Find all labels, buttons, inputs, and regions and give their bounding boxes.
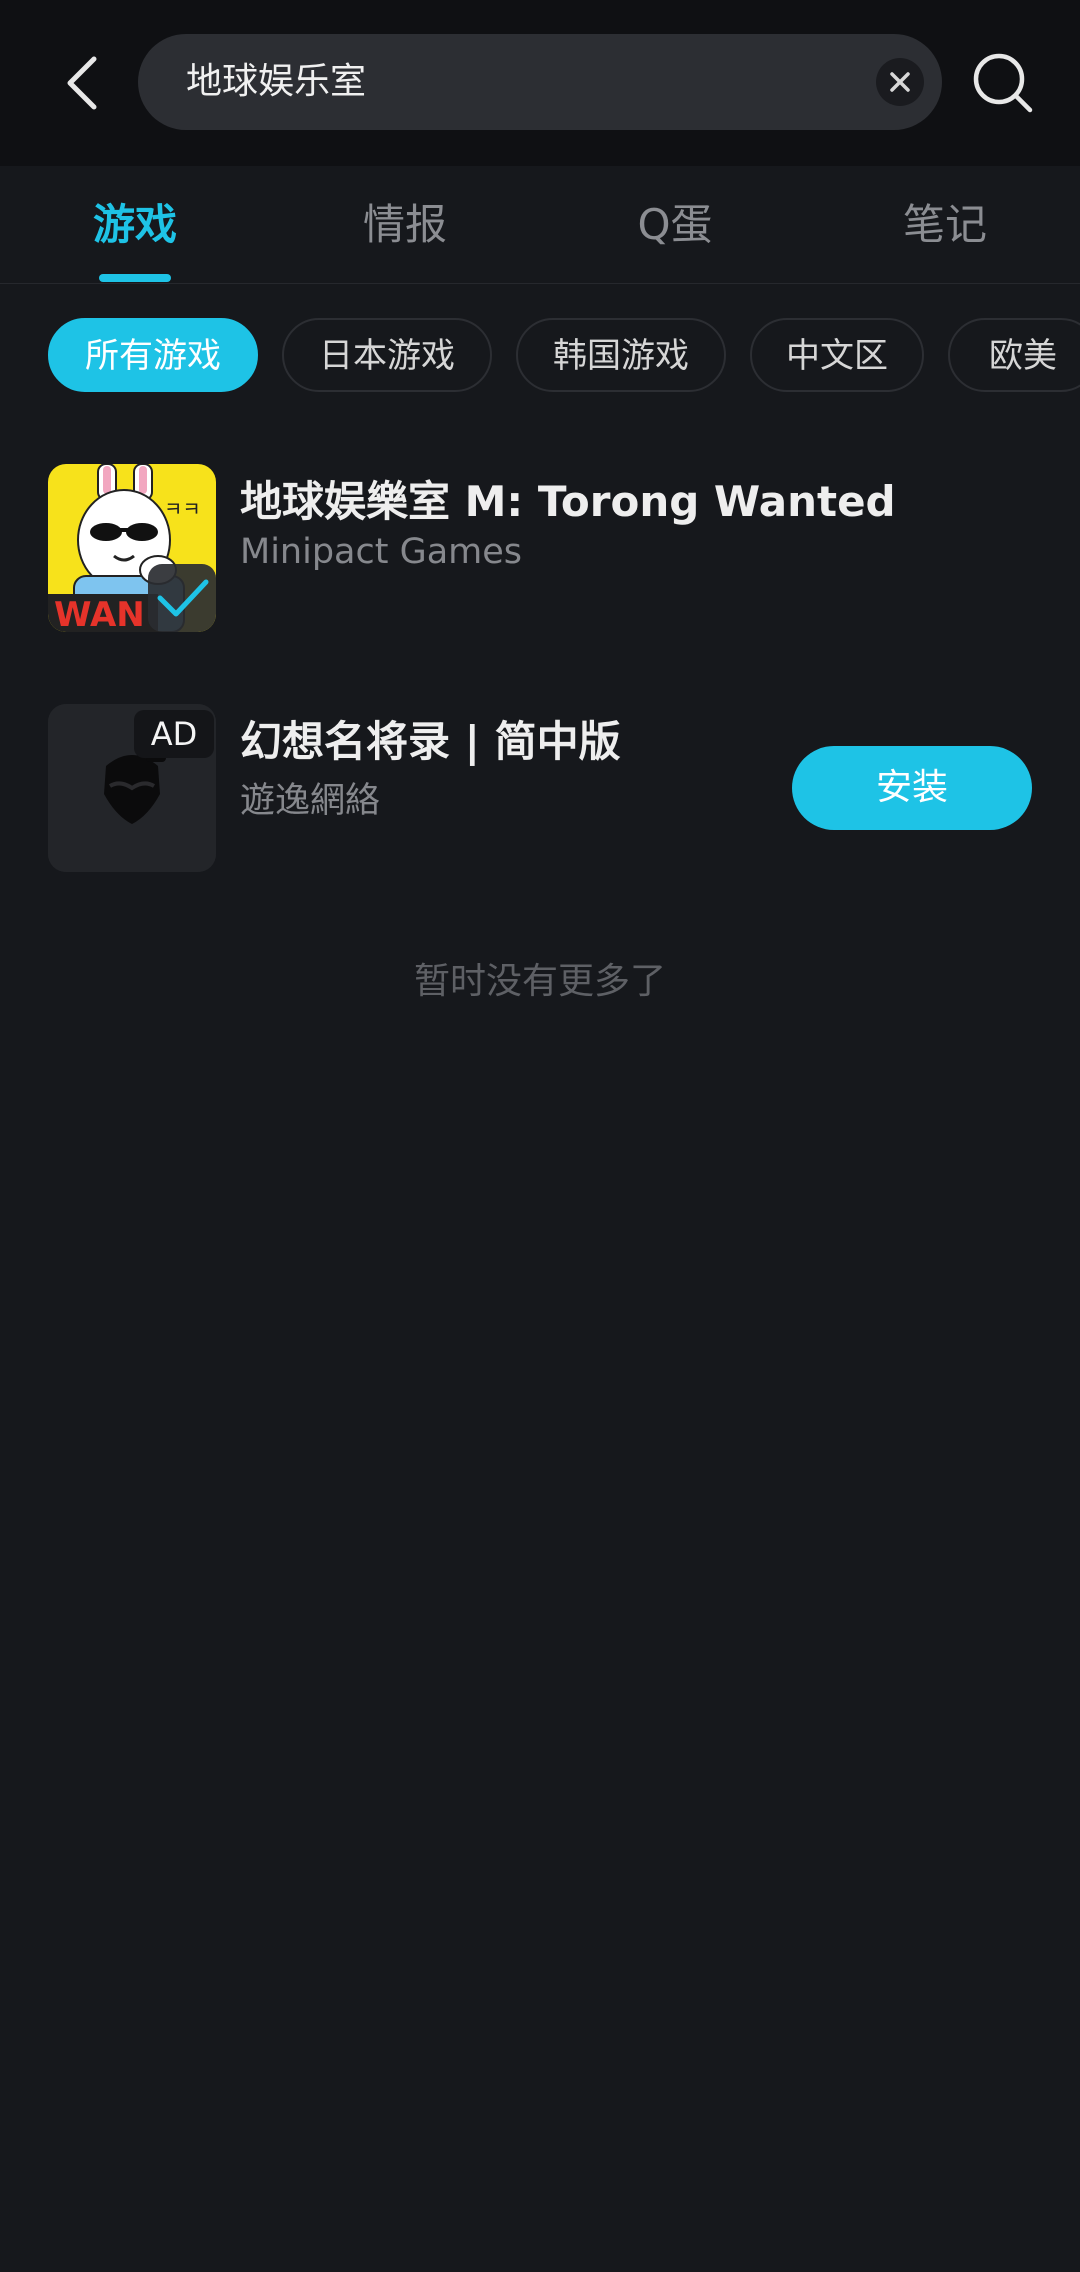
filter-chip-western[interactable]: 欧美 bbox=[948, 318, 1080, 392]
rabbit-character-icon: ㅋㅋ WAN bbox=[48, 464, 216, 632]
filter-chip-all-games[interactable]: 所有游戏 bbox=[48, 318, 258, 392]
search-query-text: 地球娱乐室 bbox=[186, 61, 367, 102]
ad-badge: AD bbox=[134, 710, 214, 758]
game-icon-fantasy-generals: AD bbox=[48, 704, 216, 872]
close-icon bbox=[890, 72, 910, 92]
result-item-torong-wanted[interactable]: ㅋㅋ WAN 地球娱樂室 M: Torong Wanted Minipact G… bbox=[0, 464, 1080, 634]
filter-chip-chinese[interactable]: 中文区 bbox=[750, 318, 924, 392]
icon-wan-text: WAN bbox=[54, 595, 145, 632]
tab-news[interactable]: 情报 bbox=[270, 166, 540, 284]
search-button[interactable] bbox=[960, 40, 1046, 126]
tab-bar: 游戏 情报 Q蛋 笔记 bbox=[0, 166, 1080, 284]
search-icon bbox=[973, 53, 1033, 113]
game-icon-torong-wanted: ㅋㅋ WAN bbox=[48, 464, 216, 632]
tab-q-egg[interactable]: Q蛋 bbox=[540, 166, 810, 284]
game-developer: Minipact Games bbox=[240, 532, 523, 572]
back-button[interactable] bbox=[42, 40, 122, 126]
top-bar: 地球娱乐室 bbox=[0, 0, 1080, 166]
active-tab-indicator bbox=[99, 274, 171, 282]
search-input[interactable]: 地球娱乐室 bbox=[138, 34, 942, 130]
filter-chip-korean-games[interactable]: 韩国游戏 bbox=[516, 318, 726, 392]
tab-notes[interactable]: 笔记 bbox=[810, 166, 1080, 284]
install-button[interactable]: 安装 bbox=[792, 746, 1032, 830]
game-developer: 遊逸網絡 bbox=[240, 781, 381, 821]
filter-chip-japanese-games[interactable]: 日本游戏 bbox=[282, 318, 492, 392]
icon-small-text: ㅋㅋ bbox=[164, 497, 201, 521]
game-title: 地球娱樂室 M: Torong Wanted bbox=[240, 477, 896, 526]
clear-search-button[interactable] bbox=[876, 58, 924, 106]
game-title: 幻想名将录 | 简中版 bbox=[240, 717, 621, 766]
tab-games[interactable]: 游戏 bbox=[0, 166, 270, 284]
filter-chip-row: 所有游戏 日本游戏 韩国游戏 中文区 欧美 bbox=[0, 318, 1080, 394]
back-arrow-icon bbox=[67, 56, 97, 110]
result-item-fantasy-generals[interactable]: AD 幻想名将录 | 简中版 遊逸網絡 安装 bbox=[0, 704, 1080, 874]
no-more-results-text: 暂时没有更多了 bbox=[413, 961, 666, 1002]
